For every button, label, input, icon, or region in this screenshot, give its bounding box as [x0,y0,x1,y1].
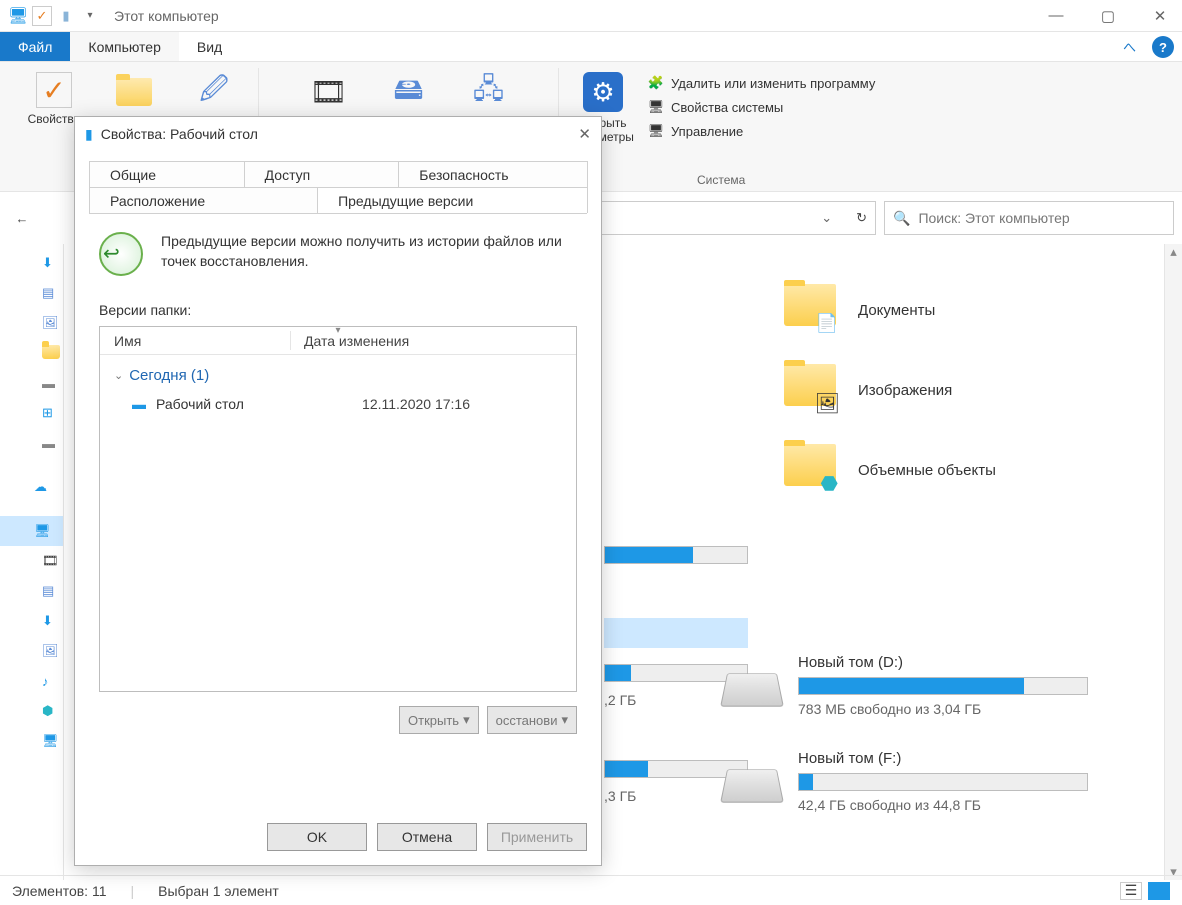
col-date[interactable]: Дата изменения [290,333,423,349]
tab-general[interactable]: Общие [89,161,245,187]
minimize-button[interactable]: — [1042,7,1070,25]
drive-c-size-fragment: ,2 ГБ [604,692,636,708]
manage-icon: 🖥 [647,122,665,140]
sidebar-item[interactable]: 🖥 [0,726,63,756]
sidebar-item[interactable]: 🖼 [0,308,63,338]
dialog-title: Свойства: Рабочий стол [101,126,258,142]
tab-view[interactable]: Вид [179,32,240,61]
tab-previous-versions[interactable]: Предыдущие версии [317,187,588,213]
sidebar-item[interactable]: ⬢ [0,696,63,726]
ribbon-manage-button[interactable]: 🖥 Управление [647,122,875,140]
sidebar-item[interactable]: ⬇ [0,606,63,636]
sidebar-item[interactable]: ▬ [0,428,63,458]
dropdown-icon: ▾ [463,712,470,728]
dialog-hint: Предыдущие версии можно получить из исто… [161,232,577,276]
folder-3dobjects[interactable]: ⬣ Объемные объекты [784,444,996,496]
address-dropdown-icon[interactable]: ⌄ [821,210,832,226]
uninstall-icon: 🧩 [647,74,665,92]
view-details-icon[interactable]: ☰ [1120,882,1142,900]
drive-icon: 🖴 [389,72,429,112]
folder-pictures[interactable]: 🖼 Изображения [784,364,996,416]
media-icon: 🎞 [309,72,349,112]
drive-f-usage-bar [798,773,1088,791]
nav-forward-button[interactable] [44,204,72,232]
drive-f[interactable]: Новый том (F:) 42,4 ГБ свободно из 44,8 … [724,750,1088,813]
window-titlebar: 🖥 ✓ ▮ ▾ Этот компьютер — ▢ ✕ [0,0,1182,32]
folder-icon [114,72,154,112]
tab-computer[interactable]: Компьютер [70,32,178,61]
sidebar-item[interactable]: ▬ [0,368,63,398]
sysprops-icon: 🖥 [647,98,665,116]
qat-dropdown-icon[interactable]: ▾ [80,6,100,26]
versions-list: Имя Дата изменения ▾ ⌄ Сегодня (1) ▬ Раб… [99,326,577,692]
status-selected: Выбран 1 элемент [158,883,279,899]
ribbon-tabs: Файл Компьютер Вид へ ? [0,32,1182,62]
dialog-tabs: Общие Доступ Безопасность Расположение П… [75,151,601,213]
search-input[interactable]: 🔍 Поиск: Этот компьютер [884,201,1174,235]
chevron-down-icon: ⌄ [114,369,123,382]
restore-version-button[interactable]: осстанови▾ [487,706,577,734]
sidebar-onedrive[interactable]: ☁ [0,472,63,502]
col-name[interactable]: Имя [100,333,290,349]
tab-location[interactable]: Расположение [89,187,318,213]
sidebar-item[interactable]: ♪ [0,666,63,696]
nav-back-button[interactable]: ← [8,204,36,232]
dialog-close-button[interactable]: ✕ [578,125,591,143]
sidebar-item[interactable]: ⊞ [0,398,63,428]
dropdown-icon: ▾ [561,712,568,728]
properties-dialog: ▮ Свойства: Рабочий стол ✕ Общие Доступ … [74,116,602,866]
ok-button[interactable]: OK [267,823,367,851]
ribbon-group-label: Система [697,173,745,191]
properties-icon: ✓ [36,72,72,108]
ribbon-sysprops-button[interactable]: 🖥 Свойства системы [647,98,875,116]
sidebar-item[interactable]: ⬇ [0,248,63,278]
tab-sharing[interactable]: Доступ [244,161,400,187]
refresh-icon[interactable]: ↻ [856,210,867,226]
view-large-icon[interactable] [1148,882,1170,900]
sidebar: ⬇ ▤ 🖼 ▬ ⊞ ▬ ☁ 🖥 🎞 ▤ ⬇ 🖼 ♪ ⬢ 🖥 [0,244,64,880]
ribbon-uninstall-button[interactable]: 🧩 Удалить или изменить программу [647,74,875,92]
open-version-button[interactable]: Открыть▾ [399,706,479,734]
sidebar-this-pc[interactable]: 🖥 [0,516,63,546]
status-bar: Элементов: 11 | Выбран 1 элемент ☰ [0,875,1182,905]
search-placeholder: Поиск: Этот компьютер [918,210,1069,226]
help-button[interactable]: ? [1152,36,1174,58]
drive-d-usage-bar [798,677,1088,695]
sidebar-item[interactable]: ▤ [0,278,63,308]
network-icon: 🖧 [469,72,509,112]
qat-checkbox-icon[interactable]: ✓ [32,6,52,26]
qat-file-icon[interactable]: ▮ [56,6,76,26]
folder-icon: ▮ [85,126,93,143]
search-icon: 🔍 [893,210,910,227]
folder-documents[interactable]: 📄 Документы [784,284,996,336]
sidebar-item[interactable]: 🎞 [0,546,63,576]
drive-d[interactable]: Новый том (D:) 783 МБ свободно из 3,04 Г… [724,654,1088,717]
list-label: Версии папки: [89,292,587,326]
sidebar-item[interactable]: 🖼 [0,636,63,666]
pc-icon: 🖥 [8,6,28,26]
dialog-panel: Предыдущие версии можно получить из исто… [89,213,587,833]
sidebar-item[interactable]: ▤ [0,576,63,606]
apply-button[interactable]: Применить [487,823,587,851]
tab-file[interactable]: Файл [0,32,70,61]
sort-indicator-icon: ▾ [335,325,340,336]
sidebar-item[interactable] [0,338,63,368]
cancel-button[interactable]: Отмена [377,823,477,851]
scrollbar[interactable]: ▴ ▾ [1164,244,1182,880]
desktop-icon: ▬ [132,396,146,412]
drive-e-size-fragment: ,3 ГБ [604,788,636,804]
maximize-button[interactable]: ▢ [1094,7,1122,25]
status-count: Элементов: 11 [12,883,107,899]
gear-icon: ⚙ [583,72,623,112]
rename-icon: 🖉 [194,72,234,112]
list-item[interactable]: ▬ Рабочий стол 12.11.2020 17:16 [100,392,576,416]
collapse-ribbon-icon[interactable]: へ [1113,32,1146,61]
list-group[interactable]: ⌄ Сегодня (1) [100,355,576,392]
tab-security[interactable]: Безопасность [398,161,588,187]
close-button[interactable]: ✕ [1146,7,1174,25]
history-icon [99,232,143,276]
window-title: Этот компьютер [114,8,219,24]
